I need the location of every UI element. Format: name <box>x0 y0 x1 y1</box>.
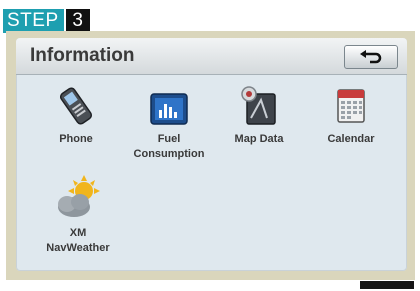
back-button[interactable] <box>344 45 398 69</box>
bar-chart-icon <box>150 93 188 125</box>
step-number: 3 <box>65 9 90 33</box>
menu-item-calendar[interactable]: Calendar <box>306 84 396 147</box>
menu-item-label: Calendar <box>327 133 375 145</box>
return-arrow-icon <box>360 50 382 64</box>
calendar-icon <box>337 89 365 123</box>
weather-icon <box>58 175 100 217</box>
map-data-icon <box>241 86 276 125</box>
menu-item-phone[interactable]: Phone <box>31 84 121 147</box>
menu-item-label: Phone <box>59 133 93 145</box>
menu-item-xm-navweather[interactable]: XM NavWeather <box>33 175 123 256</box>
step-label: STEP <box>3 9 64 33</box>
step-indicator: STEP 3 <box>3 9 90 33</box>
menu-item-map-data[interactable]: Map Data <box>214 84 304 147</box>
menu-item-label: Map Data <box>234 133 284 145</box>
menu-item-label: Fuel Consumption <box>133 133 205 160</box>
phone-icon <box>59 87 93 125</box>
page-title: Information <box>30 45 135 66</box>
header-bar: Information <box>16 38 407 75</box>
information-screen: Information Phone Fuel Consumption Map D… <box>16 38 407 271</box>
menu-item-label: XM NavWeather <box>46 227 110 254</box>
watermark-strip <box>360 281 414 289</box>
menu-item-fuel-consumption[interactable]: Fuel Consumption <box>124 84 214 162</box>
